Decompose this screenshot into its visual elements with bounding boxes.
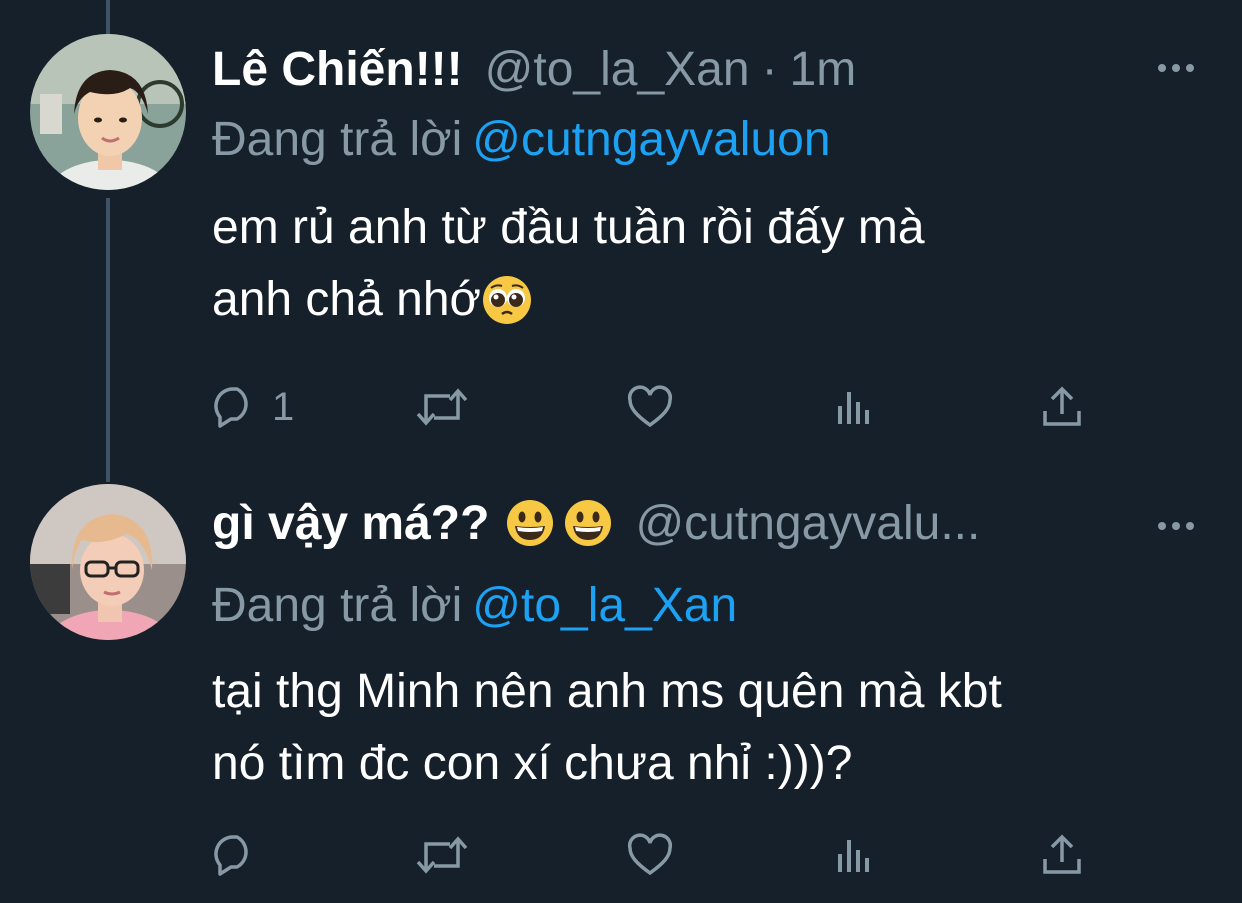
- tweet[interactable]: gì vậy má?? @cutngayvalu... Đang trả lời…: [0, 0, 1242, 903]
- reply-icon: [212, 832, 258, 878]
- retweet-icon: [414, 832, 470, 878]
- reply-button[interactable]: [212, 830, 272, 880]
- display-name-text: gì vậy má??: [212, 496, 490, 550]
- user-handle[interactable]: @cutngayvalu...: [635, 496, 980, 551]
- replying-prefix: Đang trả lời: [212, 579, 463, 632]
- share-icon: [1040, 832, 1084, 878]
- like-button[interactable]: [626, 830, 674, 880]
- more-icon[interactable]: [1156, 516, 1196, 536]
- analytics-button[interactable]: [834, 830, 878, 880]
- analytics-icon: [834, 832, 878, 878]
- share-button[interactable]: [1040, 830, 1084, 880]
- tweet-text-line: nó tìm đc con xí chưa nhỉ :)))?: [212, 737, 853, 790]
- like-icon: [626, 832, 674, 878]
- retweet-button[interactable]: [414, 830, 470, 880]
- tweet-text: tại thg Minh nên anh ms quên mà kbt nó t…: [212, 656, 1222, 800]
- tweet-text-line: tại thg Minh nên anh ms quên mà kbt: [212, 665, 1002, 718]
- grinning-face-icon: [563, 498, 613, 548]
- replying-to: Đang trả lời @to_la_Xan: [212, 578, 737, 633]
- mention-link[interactable]: @to_la_Xan: [472, 579, 737, 632]
- grinning-face-icon: [505, 498, 555, 548]
- avatar[interactable]: [30, 484, 186, 640]
- display-name[interactable]: gì vậy má??: [212, 496, 613, 551]
- tweet-header: gì vậy má?? @cutngayvalu...: [212, 488, 980, 558]
